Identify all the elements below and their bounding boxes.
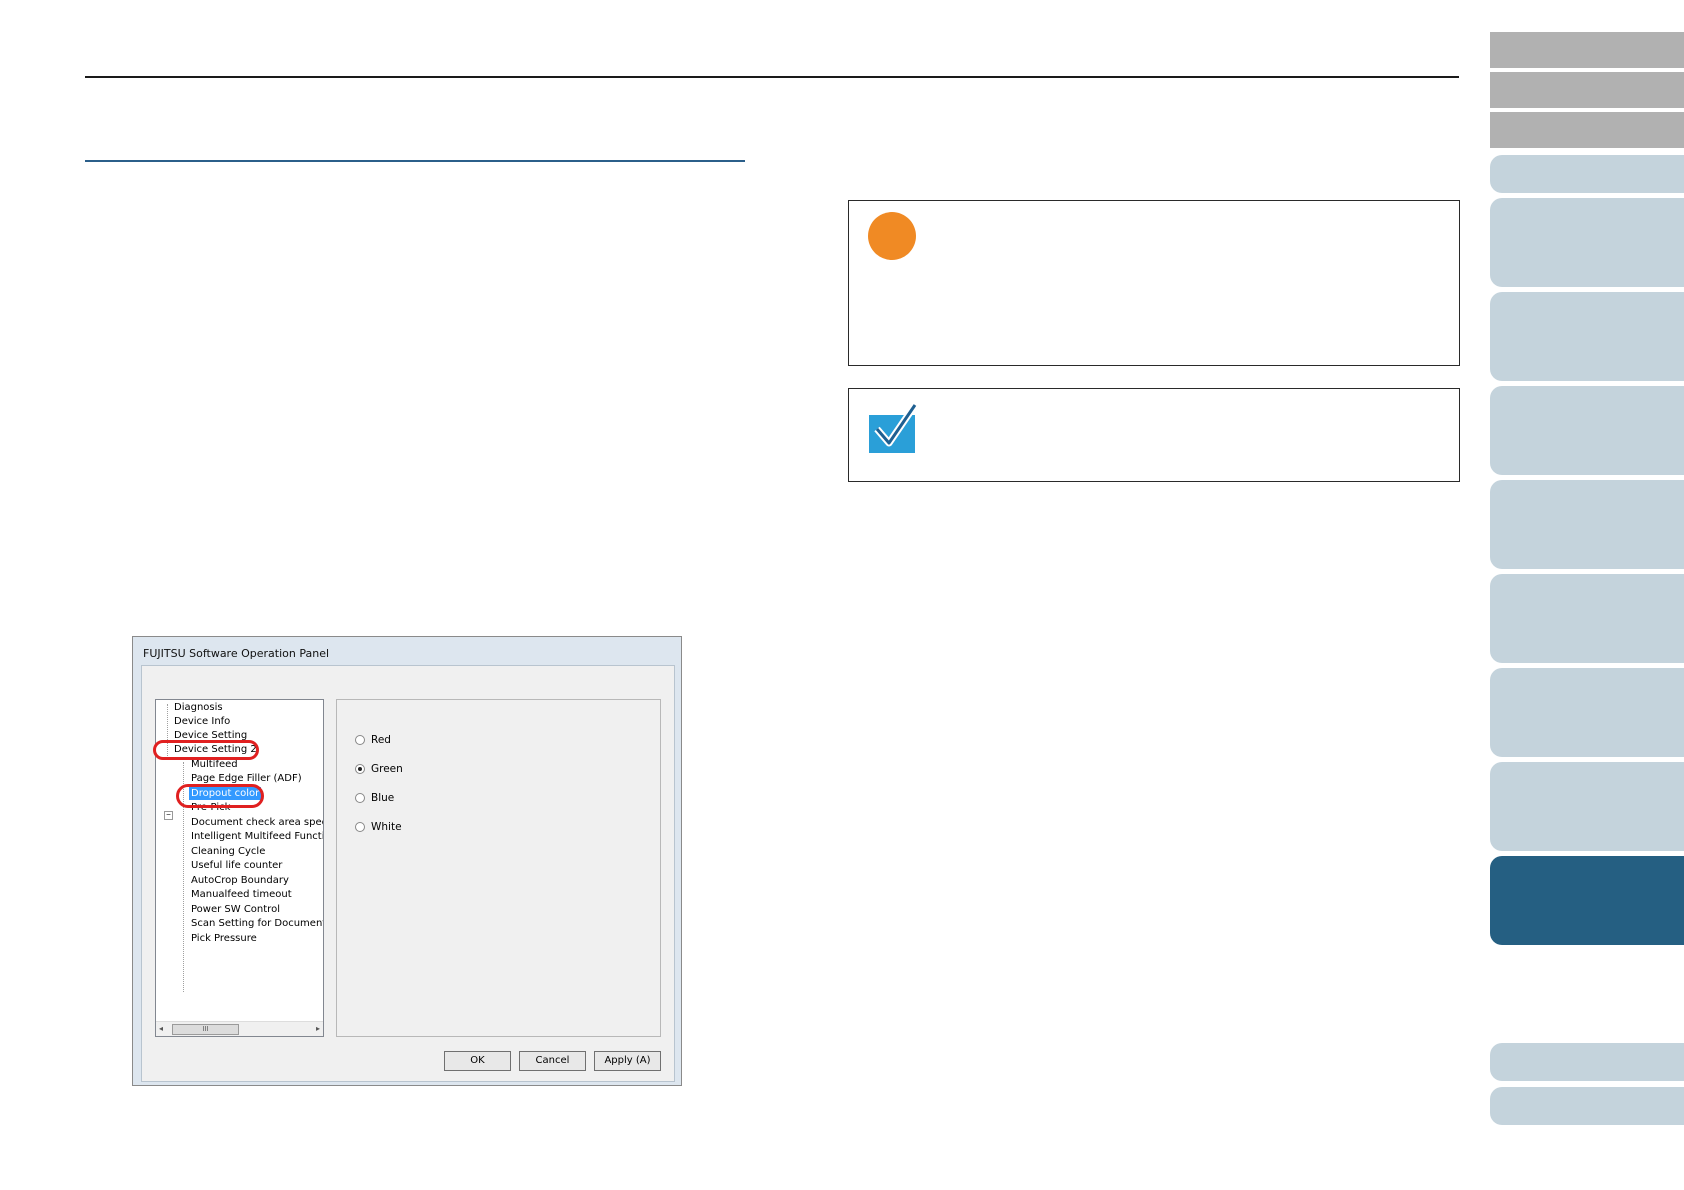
section-rule: [85, 160, 745, 162]
collapse-icon[interactable]: −: [164, 811, 173, 820]
important-box: [848, 200, 1460, 366]
tree-item-document-check-area[interactable]: Document check area specific: [191, 816, 323, 829]
orange-circle-icon: [868, 212, 916, 260]
tree-item-diagnosis[interactable]: Diagnosis: [174, 701, 223, 714]
header-rule: [85, 76, 1459, 78]
nav-tab-5[interactable]: [1490, 198, 1684, 287]
tree-item-autocrop-boundary[interactable]: AutoCrop Boundary: [191, 874, 289, 887]
nav-tab-bottom-1[interactable]: [1490, 1043, 1684, 1081]
dialog-title: FUJITSU Software Operation Panel: [143, 647, 330, 660]
highlight-dropout-color: [176, 784, 264, 808]
nav-tab-6[interactable]: [1490, 292, 1684, 381]
dropout-color-panel: Red Green Blue White: [336, 699, 661, 1037]
option-blue[interactable]: Blue: [355, 792, 394, 804]
highlight-device-setting-2: [153, 740, 259, 760]
nav-tab-4[interactable]: [1490, 155, 1684, 193]
tree-item-manualfeed-timeout[interactable]: Manualfeed timeout: [191, 888, 292, 901]
option-red-label: Red: [371, 734, 391, 746]
nav-tab-10[interactable]: [1490, 668, 1684, 757]
hint-box: [848, 388, 1460, 482]
nav-tab-current[interactable]: [1490, 856, 1684, 945]
radio-blue[interactable]: [355, 793, 365, 803]
tree-item-useful-life-counter[interactable]: Useful life counter: [191, 859, 282, 872]
radio-red[interactable]: [355, 735, 365, 745]
tree-item-scan-setting[interactable]: Scan Setting for Document wit: [191, 917, 323, 930]
nav-tab-1[interactable]: [1490, 32, 1684, 68]
nav-tab-bottom-2[interactable]: [1490, 1087, 1684, 1125]
checkmark-icon: [869, 403, 918, 453]
nav-tab-9[interactable]: [1490, 574, 1684, 663]
cancel-button[interactable]: Cancel: [519, 1051, 586, 1071]
scroll-right-icon[interactable]: ▸: [316, 1024, 320, 1033]
option-green-label: Green: [371, 763, 403, 775]
nav-tab-11[interactable]: [1490, 762, 1684, 851]
option-white-label: White: [371, 821, 402, 833]
tree-item-intelligent-multifeed[interactable]: Intelligent Multifeed Function: [191, 830, 323, 843]
nav-tab-3[interactable]: [1490, 112, 1684, 148]
option-green[interactable]: Green: [355, 763, 403, 775]
option-blue-label: Blue: [371, 792, 395, 804]
tree-horizontal-scrollbar[interactable]: ◂ III ▸: [156, 1021, 323, 1036]
nav-tab-8[interactable]: [1490, 480, 1684, 569]
tree-item-pick-pressure[interactable]: Pick Pressure: [191, 932, 257, 945]
option-red[interactable]: Red: [355, 734, 391, 746]
ok-button[interactable]: OK: [444, 1051, 511, 1071]
nav-tab-2[interactable]: [1490, 72, 1684, 108]
scroll-thumb[interactable]: III: [172, 1024, 239, 1035]
operation-panel-dialog: FUJITSU Software Operation Panel − Diagn…: [132, 636, 682, 1086]
radio-white[interactable]: [355, 822, 365, 832]
tree-item-power-sw-control[interactable]: Power SW Control: [191, 903, 280, 916]
tree-item-device-info[interactable]: Device Info: [174, 715, 230, 728]
option-white[interactable]: White: [355, 821, 402, 833]
nav-tab-7[interactable]: [1490, 386, 1684, 475]
radio-green[interactable]: [355, 764, 365, 774]
scroll-left-icon[interactable]: ◂: [159, 1024, 163, 1033]
apply-button[interactable]: Apply (A): [594, 1051, 661, 1071]
tree-item-cleaning-cycle[interactable]: Cleaning Cycle: [191, 845, 265, 858]
